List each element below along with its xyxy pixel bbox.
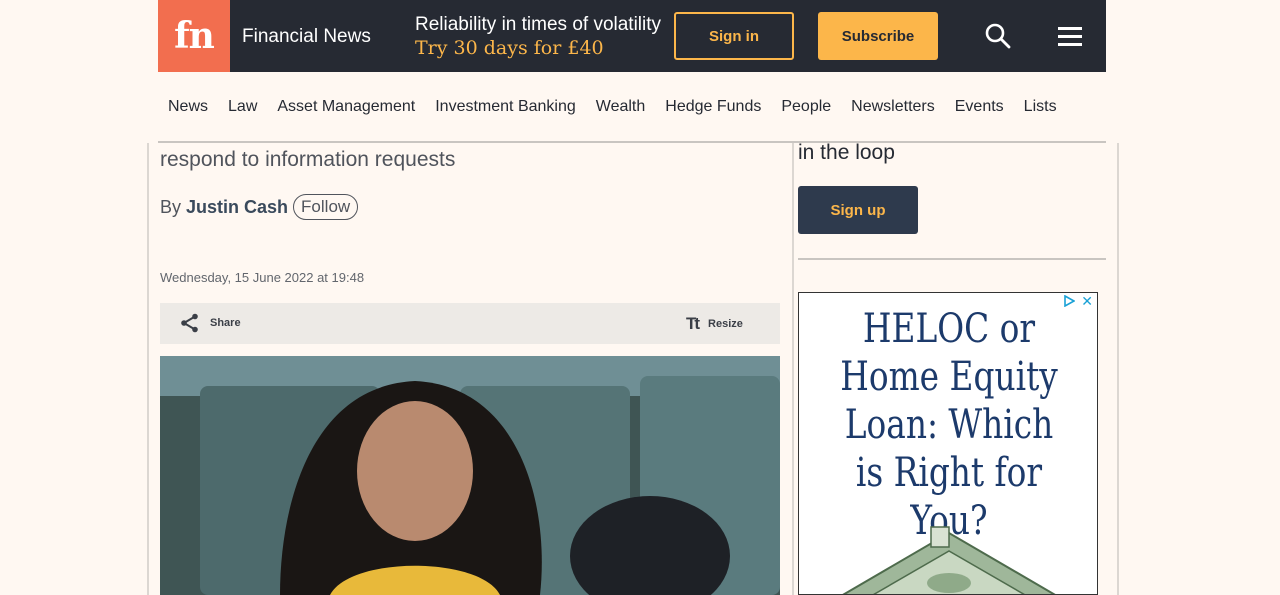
nav-item-news[interactable]: News	[168, 98, 208, 116]
site-header: fn Financial News Reliability in times o…	[158, 0, 1106, 72]
newsletter-promo-text: in the loop	[798, 141, 895, 164]
resize-button[interactable]: Tt Resize	[686, 314, 743, 334]
resize-label: Resize	[708, 318, 743, 330]
column-divider	[792, 143, 794, 595]
search-icon[interactable]	[984, 22, 1012, 50]
article-toolbar: Share Tt Resize	[160, 303, 780, 344]
brand-name[interactable]: Financial News	[242, 26, 371, 48]
page-frame-left	[147, 143, 149, 595]
sign-up-button[interactable]: Sign up	[798, 186, 918, 234]
share-icon	[181, 313, 198, 333]
nav-item-lists[interactable]: Lists	[1024, 98, 1057, 116]
page-frame-right	[1117, 143, 1119, 595]
nav-item-newsletters[interactable]: Newsletters	[851, 98, 935, 116]
promo-headline[interactable]: Reliability in times of volatility	[415, 14, 661, 36]
article-hero-image	[160, 356, 780, 595]
share-label: Share	[210, 317, 241, 329]
ad-headline: HELOC or Home Equity Loan: Which is Righ…	[840, 306, 1058, 544]
promo-offer[interactable]: Try 30 days for £40	[415, 37, 604, 59]
nav-item-asset-management[interactable]: Asset Management	[277, 98, 415, 116]
byline-prefix: By	[160, 196, 182, 217]
article-standfirst: respond to information requests	[160, 148, 456, 171]
subscribe-button[interactable]: Subscribe	[818, 12, 938, 60]
nav-item-law[interactable]: Law	[228, 98, 257, 116]
nav-item-investment-banking[interactable]: Investment Banking	[435, 98, 576, 116]
share-button[interactable]: Share	[180, 313, 241, 333]
advertisement[interactable]: ✕ HELOC or Home Equity Loan: Which is Ri…	[798, 292, 1098, 595]
ad-close-icon[interactable]: ✕	[1081, 293, 1093, 310]
publish-date: Wednesday, 15 June 2022 at 19:48	[160, 270, 365, 285]
sign-in-button[interactable]: Sign in	[674, 12, 794, 60]
nav-item-events[interactable]: Events	[955, 98, 1004, 116]
fn-logo[interactable]: fn	[158, 0, 230, 72]
text-size-icon: Tt	[686, 314, 700, 333]
money-house-icon	[842, 526, 1056, 594]
nav-item-wealth[interactable]: Wealth	[596, 98, 646, 116]
nav-item-hedge-funds[interactable]: Hedge Funds	[665, 98, 761, 116]
author-link[interactable]: Justin Cash	[186, 197, 288, 218]
menu-icon[interactable]	[1056, 24, 1084, 48]
sidebar-divider	[798, 258, 1106, 260]
article-byline: By Justin Cash Follow	[160, 194, 359, 220]
logo-text: fn	[174, 15, 215, 57]
nav-item-people[interactable]: People	[781, 98, 831, 116]
main-nav: News Law Asset Management Investment Ban…	[158, 72, 1106, 143]
follow-author-button[interactable]: Follow	[293, 194, 359, 220]
